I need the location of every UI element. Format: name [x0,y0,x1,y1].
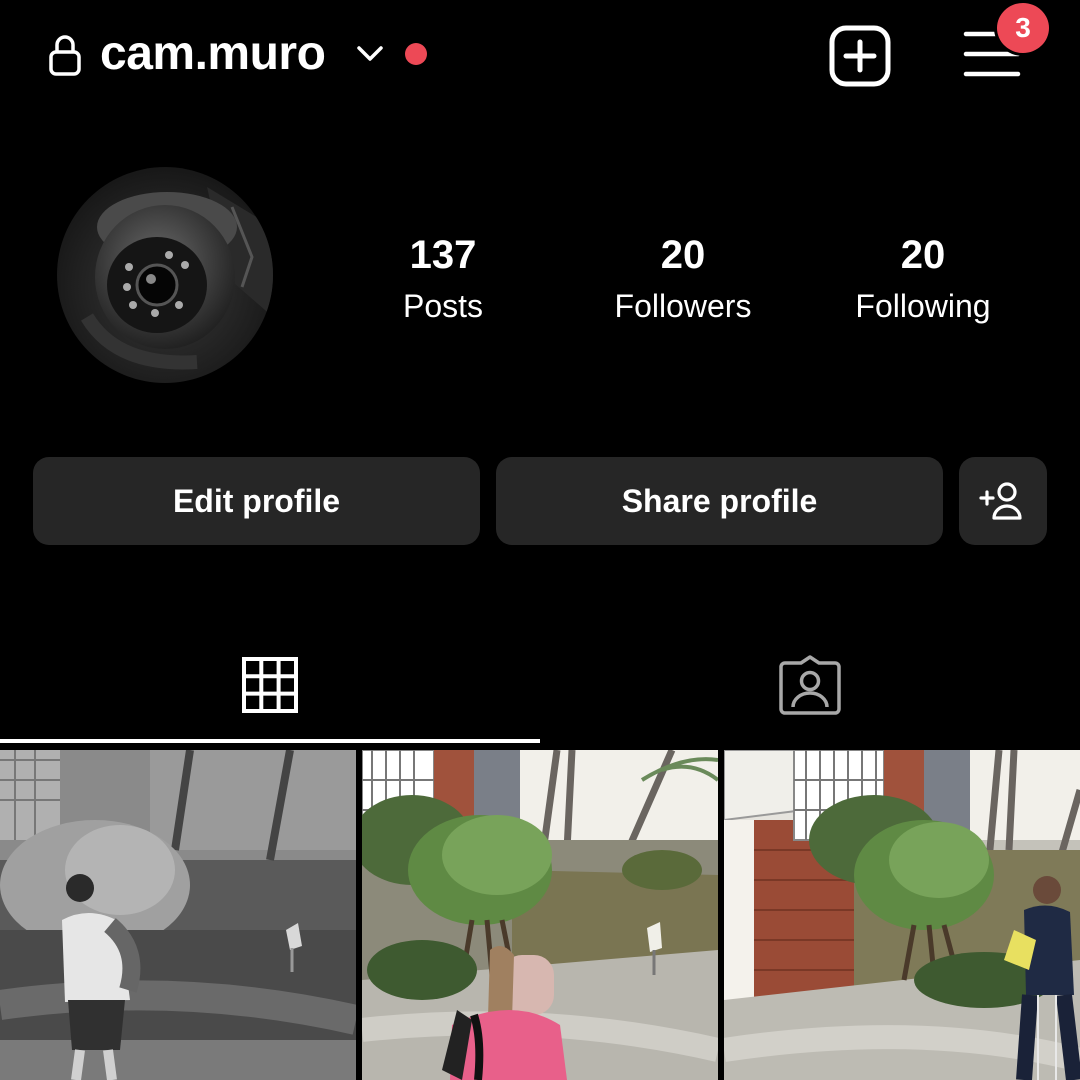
followers-stat[interactable]: 20 Followers [573,226,793,328]
create-post-icon[interactable] [828,24,892,88]
tab-tagged[interactable] [540,630,1080,740]
notification-badge: 3 [994,0,1052,56]
grid-icon [242,657,298,713]
tab-posts-grid[interactable] [0,630,540,740]
tagged-photos-icon [779,655,841,715]
post-thumbnail[interactable] [724,750,1080,1080]
posts-stat[interactable]: 137 Posts [333,226,553,328]
security-camera-avatar-image [57,167,273,383]
post-thumbnail[interactable] [362,750,718,1080]
following-label: Following [855,288,991,324]
followers-label: Followers [614,288,752,324]
notification-dot [405,43,427,65]
add-person-icon [979,482,1022,520]
avatar[interactable] [57,167,273,383]
daytime-garden-camera-image [362,750,718,1080]
discover-people-button[interactable] [959,457,1047,545]
top-bar: cam.muro 3 [0,0,1080,110]
following-count: 20 [900,233,946,277]
share-profile-button[interactable]: Share profile [496,457,943,545]
night-security-camera-image [0,750,356,1080]
chevron-down-icon[interactable] [355,42,385,66]
posts-count: 137 [409,233,477,277]
active-tab-indicator [0,739,540,743]
lock-icon [49,35,81,76]
edit-profile-button[interactable]: Edit profile [33,457,480,545]
followers-count: 20 [660,233,706,277]
post-thumbnail[interactable] [0,750,356,1080]
username[interactable]: cam.muro [100,24,326,84]
daytime-garden-camera-image-2 [724,750,1080,1080]
following-stat[interactable]: 20 Following [813,226,1033,328]
posts-label: Posts [402,288,484,324]
